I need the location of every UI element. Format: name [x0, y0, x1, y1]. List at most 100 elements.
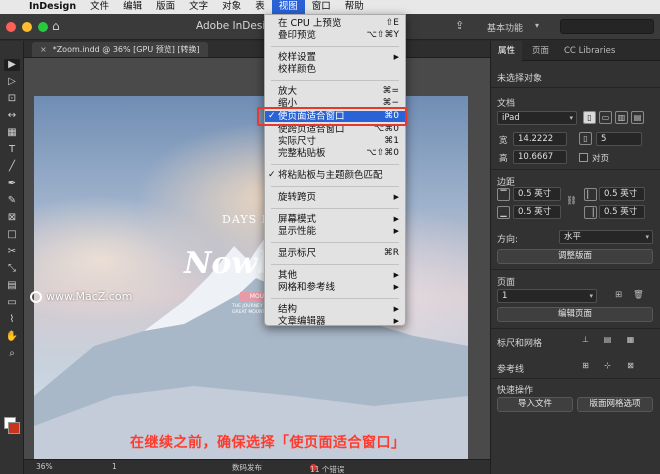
- facing-orientation-icon[interactable]: ▥: [615, 111, 628, 124]
- search-input[interactable]: [560, 19, 654, 34]
- menu-type[interactable]: 文字: [182, 0, 215, 14]
- orientation-select[interactable]: 水平 ▾: [559, 230, 653, 244]
- menu-separator: [271, 242, 399, 243]
- menu-item-story-editor[interactable]: 文章编辑器 ▶: [265, 316, 405, 327]
- menu-layout[interactable]: 版面: [149, 0, 182, 14]
- divider: [491, 378, 660, 379]
- menu-view[interactable]: 视图: [271, 0, 305, 14]
- smart-guides-icon[interactable]: ⊹: [601, 360, 614, 373]
- menu-item-extras[interactable]: 其他 ▶: [265, 270, 405, 281]
- menu-item-actual-size[interactable]: 实际尺寸 ⌘1: [265, 136, 405, 147]
- pages-count-field[interactable]: 5: [596, 132, 642, 146]
- edit-page-button[interactable]: 编辑页面: [497, 307, 653, 322]
- eyedropper-tool-icon[interactable]: ⌇: [4, 314, 20, 326]
- rectangle-tool-icon[interactable]: □: [4, 229, 20, 241]
- link-margins-icon[interactable]: ⛓: [566, 196, 577, 206]
- menu-object[interactable]: 对象: [215, 0, 248, 14]
- menu-table[interactable]: 表: [248, 0, 272, 14]
- workspace-switcher[interactable]: 基本功能: [487, 21, 523, 34]
- menu-item-zoom-in[interactable]: 放大 ⌘=: [265, 86, 405, 97]
- zoom-window-button[interactable]: [38, 22, 48, 32]
- facing-pages-checkbox[interactable]: [579, 153, 588, 162]
- margin-left-field[interactable]: 0.5 英寸: [599, 187, 645, 201]
- gradient-tool-icon[interactable]: ▤: [4, 280, 20, 292]
- menu-edit[interactable]: 编辑: [116, 0, 149, 14]
- close-tab-icon[interactable]: ×: [40, 45, 47, 54]
- tab-pages[interactable]: 页面: [525, 41, 556, 61]
- page-number[interactable]: 1: [112, 462, 117, 471]
- margin-top-icon: ▔: [497, 188, 510, 201]
- note-tool-icon[interactable]: ▭: [4, 297, 20, 309]
- menu-item-cpu-preview[interactable]: 在 CPU 上预览 ⇧E: [265, 18, 405, 29]
- direct-selection-tool-icon[interactable]: ▷: [4, 76, 20, 88]
- menu-item-screen-mode[interactable]: 屏幕模式 ▶: [265, 214, 405, 225]
- stroke-swatch[interactable]: [8, 422, 20, 434]
- menu-item-overprint-preview[interactable]: 叠印预览 ⌥⇧⌘Y: [265, 30, 405, 41]
- document-tab[interactable]: × *Zoom.indd @ 36% [GPU 预览] [转换]: [32, 42, 208, 57]
- line-tool-icon[interactable]: ╱: [4, 161, 20, 173]
- minimize-window-button[interactable]: [22, 22, 32, 32]
- zoom-tool-icon[interactable]: ⌕: [4, 348, 20, 360]
- menu-item-proof-setup[interactable]: 校样设置 ▶: [265, 52, 405, 63]
- page-tool-icon[interactable]: ⊡: [4, 93, 20, 105]
- trash-icon[interactable]: 🗑: [633, 290, 644, 300]
- document-preset-select[interactable]: iPad ▾: [497, 111, 577, 125]
- menu-item-show-rulers[interactable]: 显示标尺 ⌘R: [265, 248, 405, 259]
- portrait-orientation-icon[interactable]: ▯: [583, 111, 596, 124]
- chevron-down-icon: ▾: [569, 114, 573, 122]
- page-select[interactable]: 1 ▾: [497, 289, 597, 303]
- close-window-button[interactable]: [6, 22, 16, 32]
- landscape-orientation-icon[interactable]: ▭: [599, 111, 612, 124]
- menu-item-structure[interactable]: 结构 ▶: [265, 304, 405, 315]
- menu-item-display-performance[interactable]: 显示性能 ▶: [265, 226, 405, 237]
- menu-item-label: 网格和参考线: [278, 282, 336, 293]
- menu-indesign[interactable]: InDesign: [22, 0, 83, 14]
- height-field[interactable]: 10.6667: [513, 150, 567, 164]
- show-guides-icon[interactable]: ⊞: [579, 360, 592, 373]
- menu-item-shortcut: ⌘=: [382, 86, 399, 96]
- pen-tool-icon[interactable]: ✒: [4, 178, 20, 190]
- type-tool-icon[interactable]: T: [4, 144, 20, 156]
- tab-properties[interactable]: 属性: [491, 41, 523, 61]
- menu-item-grids-guides[interactable]: 网格和参考线 ▶: [265, 282, 405, 293]
- preflight-profile[interactable]: 数码发布: [232, 462, 262, 473]
- chevron-down-icon[interactable]: ▾: [535, 21, 539, 30]
- import-file-button[interactable]: 导入文件: [497, 397, 573, 412]
- hand-tool-icon[interactable]: ✋: [4, 331, 20, 343]
- tab-cc-libraries[interactable]: CC Libraries: [557, 41, 622, 61]
- menu-item-shortcut: ⌘1: [384, 136, 399, 146]
- gap-tool-icon[interactable]: ↔: [4, 110, 20, 122]
- menu-window[interactable]: 窗口: [305, 0, 338, 14]
- zoom-level[interactable]: 36%: [36, 462, 53, 471]
- divider: [491, 169, 660, 170]
- layout-grid-options-button[interactable]: 版面网格选项: [577, 397, 653, 412]
- menu-separator: [271, 208, 399, 209]
- menu-file[interactable]: 文件: [83, 0, 116, 14]
- rectangle-frame-tool-icon[interactable]: ⊠: [4, 212, 20, 224]
- adjust-layout-button[interactable]: 调整版面: [497, 249, 653, 264]
- share-icon[interactable]: ⇪: [455, 19, 464, 32]
- menu-item-match-pasteboard-theme[interactable]: ✓ 将粘贴板与主题颜色匹配: [265, 170, 405, 181]
- home-icon[interactable]: ⌂: [52, 19, 66, 33]
- pencil-tool-icon[interactable]: ✎: [4, 195, 20, 207]
- menu-help[interactable]: 帮助: [338, 0, 371, 14]
- menu-item-label: 在 CPU 上预览: [278, 18, 342, 29]
- document-setup-icon[interactable]: ▤: [631, 111, 644, 124]
- menu-item-rotate-spread[interactable]: 旋转跨页 ▶: [265, 192, 405, 203]
- document-grid-icon[interactable]: ▦: [624, 334, 637, 347]
- content-collector-icon[interactable]: ▦: [4, 127, 20, 139]
- margin-right-field[interactable]: 0.5 英寸: [599, 205, 645, 219]
- margin-bottom-field[interactable]: 0.5 英寸: [513, 205, 561, 219]
- width-field[interactable]: 14.2222: [513, 132, 567, 146]
- menu-item-entire-pasteboard[interactable]: 完整粘贴板 ⌥⇧⌘0: [265, 148, 405, 159]
- new-page-icon[interactable]: ⊞: [615, 290, 622, 300]
- margin-top-field[interactable]: 0.5 英寸: [513, 187, 561, 201]
- panel-tabs: 属性 页面 CC Libraries: [491, 41, 660, 61]
- scissors-tool-icon[interactable]: ✂: [4, 246, 20, 258]
- lock-guides-icon[interactable]: ⊠: [624, 360, 637, 373]
- ruler-icon[interactable]: ⊥: [579, 334, 592, 347]
- selection-tool-icon[interactable]: ▶: [4, 59, 20, 71]
- menu-item-proof-colors[interactable]: 校样颜色: [265, 64, 405, 75]
- baseline-grid-icon[interactable]: ▤: [601, 334, 614, 347]
- transform-tool-icon[interactable]: ⤡: [4, 263, 20, 275]
